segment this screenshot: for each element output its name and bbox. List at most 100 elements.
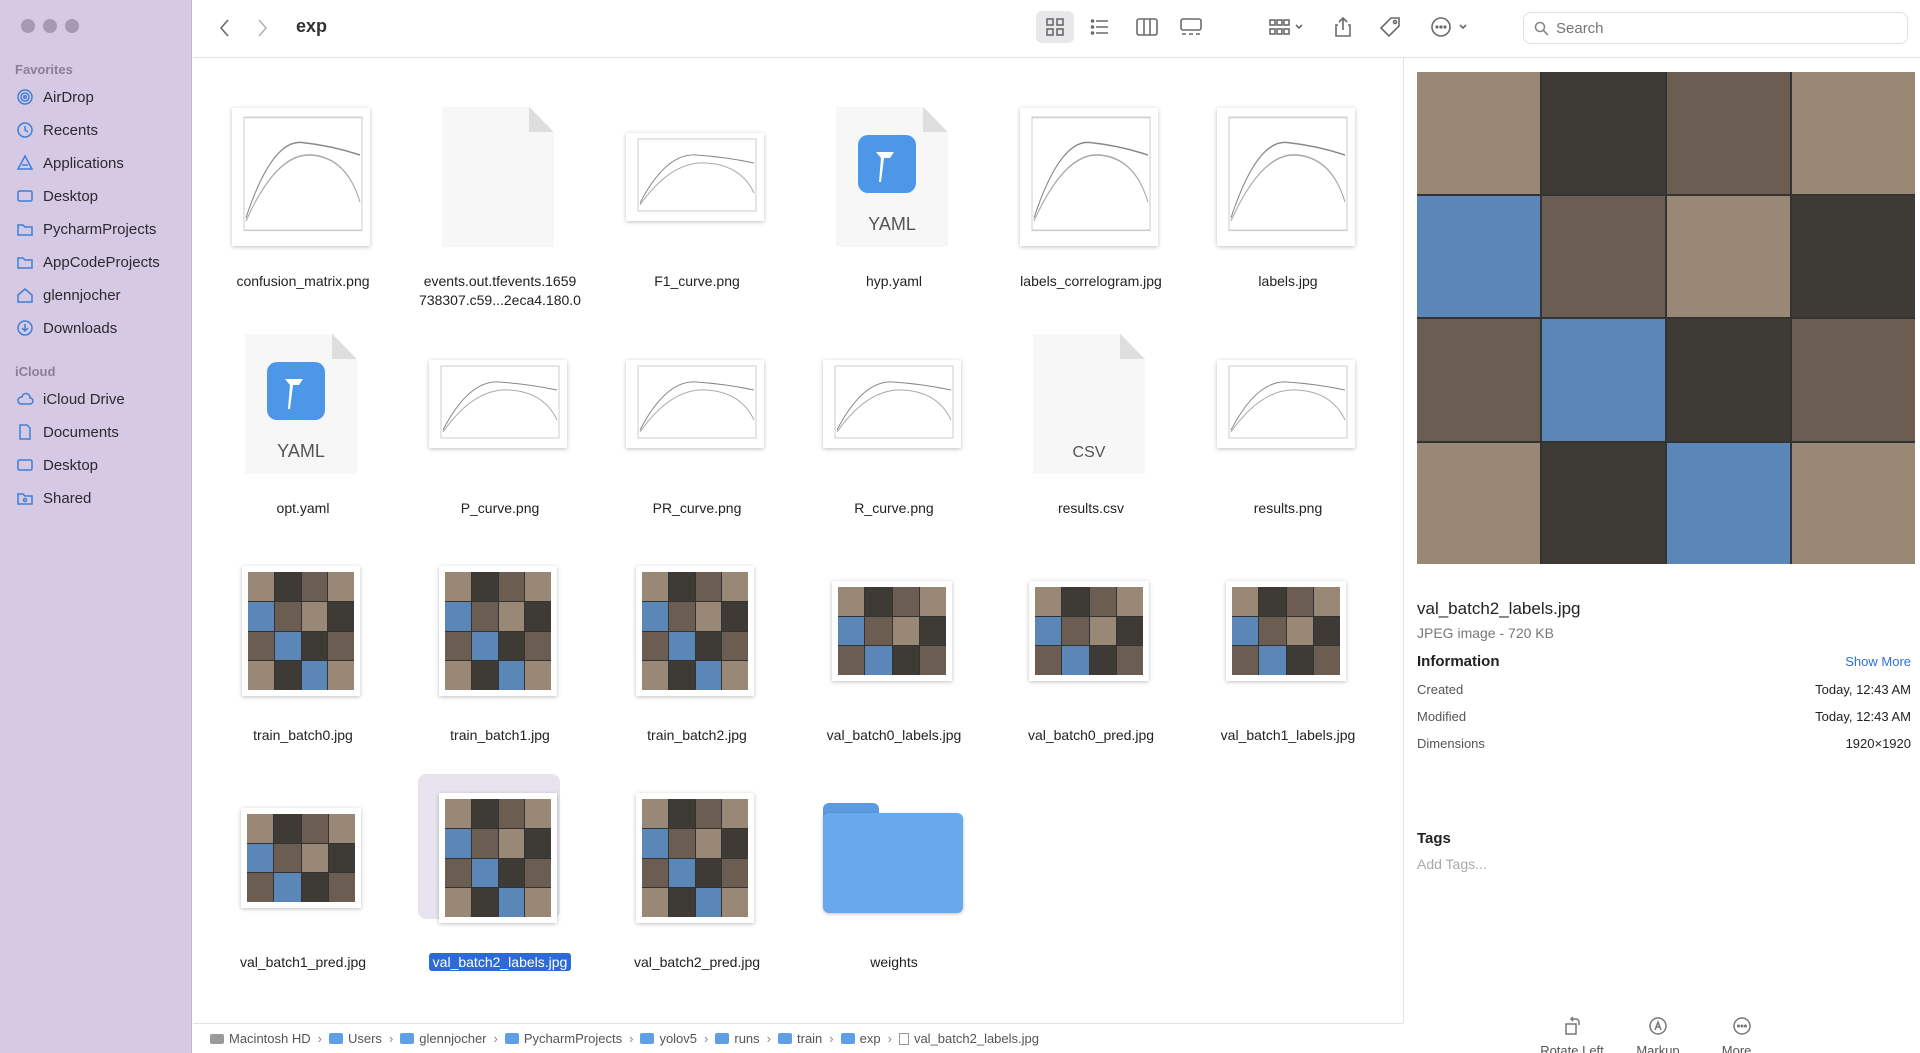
path-crumb[interactable]: Users [328,1031,382,1046]
search-field[interactable] [1523,12,1908,44]
path-bar: Macintosh HD › Users › glennjocher › PycharmPr… [193,1023,1403,1053]
image-thumbnail [626,360,764,448]
file-item[interactable]: F1_curve.png [602,78,782,289]
image-thumbnail [1217,108,1355,246]
folder-icon [328,1033,343,1044]
add-tags-field[interactable]: Add Tags... [1417,856,1487,872]
file-item[interactable]: R_curve.png [799,305,979,516]
search-input[interactable] [1556,19,1876,37]
gallery-view-button[interactable] [1172,11,1210,43]
sidebar-item-label: Applications [43,154,124,172]
file-item[interactable]: weights [799,759,979,970]
image-thumbnail [232,108,370,246]
sidebar-item-documents[interactable]: Documents [16,419,119,445]
show-more-link[interactable]: Show More [1845,654,1911,669]
applications-icon [16,154,34,170]
image-thumbnail [636,566,754,696]
file-item[interactable]: val_batch0_labels.jpg [799,532,979,743]
document-icon [442,107,554,247]
path-crumb-label: glennjocher [419,1031,487,1046]
file-item[interactable]: train_batch2.jpg [602,532,782,743]
share-button[interactable] [1328,11,1358,43]
zoom-window-button[interactable] [65,19,79,33]
share-icon [1335,16,1351,37]
file-item[interactable]: P_curve.png [405,305,585,516]
file-name-label: train_batch1.jpg [450,727,550,743]
preview-pane: val_batch2_labels.jpg JPEG image - 720 K… [1403,58,1920,1053]
shared-folder-icon [17,493,33,505]
sidebar-item-icloud-drive[interactable]: iCloud Drive [16,386,125,412]
disk-icon [210,1033,224,1044]
path-crumb[interactable]: train [778,1031,822,1046]
sidebar-item-label: glennjocher [43,286,121,304]
file-name-label: val_batch2_labels.jpg [405,953,595,972]
file-item[interactable]: train_batch0.jpg [208,532,388,743]
tags-heading: Tags [1417,830,1451,847]
image-thumbnail [1029,581,1149,681]
sidebar-item-recents[interactable]: Recents [16,117,98,143]
tag-button[interactable] [1375,11,1405,43]
path-crumb[interactable]: val_batch2_labels.jpg [898,1031,1039,1046]
more-button[interactable]: More... [1697,1016,1787,1053]
path-separator: › [493,1031,498,1046]
sidebar-item-downloads[interactable]: Downloads [16,315,117,341]
list-view-button[interactable] [1081,11,1119,43]
file-item[interactable]: val_batch2_labels.jpg [405,759,585,971]
file-item[interactable]: val_batch2_pred.jpg [602,759,782,970]
group-by-button[interactable] [1262,11,1312,43]
markup-button[interactable]: Markup [1613,1016,1703,1053]
file-item[interactable]: val_batch1_labels.jpg [1193,532,1373,743]
info-row-modified: Modified Today, 12:43 AM [1417,709,1911,724]
file-name-label: PR_curve.png [652,500,742,516]
file-item[interactable]: labels.jpg [1193,78,1373,289]
path-crumb[interactable]: runs [715,1031,760,1046]
path-separator: › [388,1031,394,1046]
file-item[interactable]: YAML opt.yaml [208,305,388,516]
file-item[interactable]: YAML hyp.yaml [799,78,979,289]
preview-file-kind: JPEG image - 720 KB [1417,625,1554,641]
file-item[interactable]: confusion_matrix.png [208,78,388,289]
sidebar-item-label: Desktop [43,187,99,205]
rotate-left-button[interactable]: Rotate Left [1527,1016,1617,1053]
sidebar-item-glennjocher[interactable]: glennjocher [16,282,121,308]
sidebar-item-pycharmprojects[interactable]: PycharmProjects [16,216,156,242]
file-item[interactable]: results.png [1193,305,1373,516]
sidebar-item-label: Recents [43,121,99,139]
info-row-dimensions: Dimensions 1920×1920 [1417,736,1911,751]
folder-icon [778,1033,792,1044]
info-key: Modified [1417,709,1467,724]
action-menu-button[interactable] [1425,11,1475,43]
minimize-window-button[interactable] [43,19,57,33]
file-item[interactable]: events.out.tfevents.1659 738307.c59...2e… [405,78,585,308]
sidebar-item-desktop[interactable]: Desktop [16,183,98,209]
info-value: Today, 12:43 AM [1815,709,1911,724]
file-item[interactable]: val_batch0_pred.jpg [996,532,1176,743]
file-item[interactable]: PR_curve.png [602,305,782,516]
sidebar-item-airdrop[interactable]: AirDrop [16,84,94,110]
close-window-button[interactable] [21,19,35,33]
path-crumb[interactable]: Macintosh HD [210,1031,311,1046]
favorites-section-label: Favorites [15,62,73,77]
sidebar-item-desktop[interactable]: Desktop [16,452,98,478]
path-separator: › [704,1031,709,1046]
path-crumb[interactable]: PycharmProjects [504,1031,622,1046]
sidebar-item-shared[interactable]: Shared [16,485,91,511]
sidebar-item-appcodeprojects[interactable]: AppCodeProjects [16,249,160,275]
airdrop-icon [17,89,33,105]
icon-view-button[interactable] [1036,11,1074,43]
forward-button[interactable] [248,12,276,44]
file-item[interactable]: labels_correlogram.jpg [996,78,1176,289]
sidebar-item-label: Documents [43,423,119,441]
path-crumb[interactable]: yolov5 [640,1031,697,1046]
path-crumb[interactable]: glennjocher [400,1031,487,1046]
file-item[interactable]: train_batch1.jpg [405,532,585,743]
hammer-icon [267,362,325,420]
sidebar-item-applications[interactable]: Applications [16,150,124,176]
image-thumbnail [439,793,557,923]
file-item[interactable]: val_batch1_pred.jpg [208,759,388,970]
path-crumb[interactable]: exp [840,1031,881,1046]
column-view-button[interactable] [1128,11,1166,43]
file-name-label: hyp.yaml [865,273,923,289]
file-item[interactable]: CSV results.csv [996,305,1176,516]
back-button[interactable] [211,12,239,44]
